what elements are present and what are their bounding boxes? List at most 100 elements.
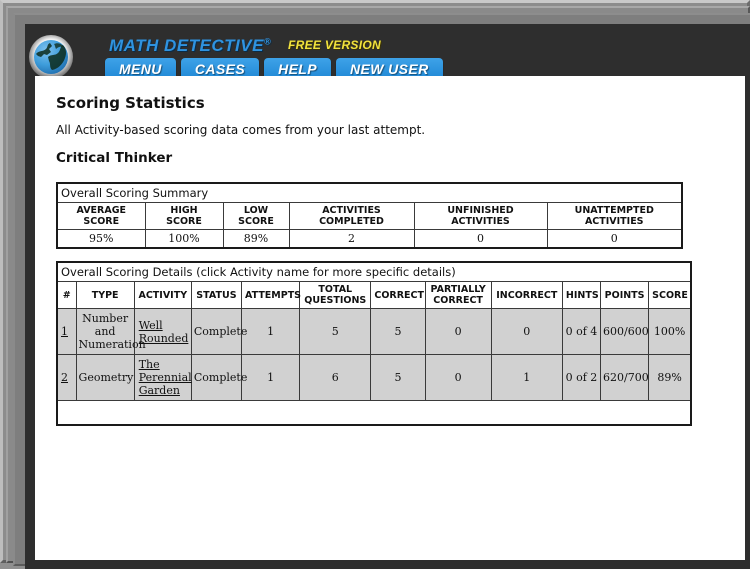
window-frame-bevel-inner2: MATH DETECTIVE® FREE VERSION MENU CASES HE… bbox=[13, 13, 750, 569]
hdr-line: COMPLETED bbox=[319, 216, 384, 227]
hdr-line: ACTIVITY bbox=[138, 289, 188, 301]
hdr-line: ACTIVITIES bbox=[322, 205, 381, 216]
summary-value-unattempted-activities: 0 bbox=[546, 229, 683, 249]
summary-value-unfinished-activities: 0 bbox=[413, 229, 548, 249]
window-frame-bevel-inner: MATH DETECTIVE® FREE VERSION MENU CASES HE… bbox=[6, 6, 750, 569]
hdr-line: ATTEMPTS bbox=[245, 289, 302, 301]
row-number-cell[interactable]: 1 bbox=[56, 308, 77, 355]
details-header-incorrect: INCORRECT bbox=[490, 281, 563, 309]
row-correct-cell: 5 bbox=[370, 308, 426, 355]
hdr-line: STATUS bbox=[196, 289, 237, 301]
math-detective-globe-logo bbox=[29, 35, 73, 79]
row-incorrect-cell: 1 bbox=[490, 354, 563, 401]
empty-row-cell bbox=[56, 400, 692, 426]
hdr-line: UNATTEMPTED bbox=[574, 205, 654, 216]
summary-header-average-score: AVERAGE SCORE bbox=[56, 202, 146, 230]
hdr-line: SCORE bbox=[166, 216, 202, 227]
details-header-activity: ACTIVITY bbox=[133, 281, 192, 309]
row-total-questions-cell: 6 bbox=[299, 354, 372, 401]
details-header-score: SCORE bbox=[648, 281, 692, 309]
page-title: Scoring Statistics bbox=[56, 94, 205, 112]
details-caption-row: Overall Scoring Details (click Activity … bbox=[56, 261, 692, 282]
page-subtitle: All Activity-based scoring data comes fr… bbox=[56, 123, 426, 137]
row-hints-cell: 0 of 4 bbox=[561, 308, 602, 355]
summary-header-unattempted-activities: UNATTEMPTED ACTIVITIES bbox=[546, 202, 683, 230]
app-header: MATH DETECTIVE® FREE VERSION MENU CASES HE… bbox=[25, 24, 750, 81]
summary-header-row: AVERAGE SCORE HIGH SCORE LOW SCORE ACTIV… bbox=[56, 202, 683, 230]
details-header-type: TYPE bbox=[75, 281, 135, 309]
row-status-cell: Complete bbox=[190, 308, 247, 355]
details-header-hints: HINTS bbox=[561, 281, 602, 309]
hdr-line: # bbox=[62, 289, 71, 301]
globe-icon bbox=[34, 40, 68, 74]
summary-caption: Overall Scoring Summary bbox=[56, 182, 683, 203]
content-page: Scoring Statistics All Activity-based sc… bbox=[35, 76, 745, 560]
details-header-points: POINTS bbox=[600, 281, 650, 309]
activity-link[interactable]: The Perennial Garden bbox=[139, 358, 192, 397]
hdr-line: HIGH bbox=[170, 205, 198, 216]
brand-text: MATH DETECTIVE bbox=[109, 36, 264, 55]
summary-header-activities-completed: ACTIVITIES COMPLETED bbox=[288, 202, 415, 230]
table-row: 1 Number and Numeration Well Rounded Com… bbox=[56, 308, 692, 355]
activity-link[interactable]: Well Rounded bbox=[139, 319, 189, 345]
row-points-cell: 620/700 bbox=[600, 354, 650, 401]
application-surface: MATH DETECTIVE® FREE VERSION MENU CASES HE… bbox=[25, 24, 750, 569]
summary-value-activities-completed: 2 bbox=[288, 229, 415, 249]
summary-value-high-score: 100% bbox=[144, 229, 224, 249]
details-caption: Overall Scoring Details (click Activity … bbox=[56, 261, 692, 282]
hdr-line: CORRECT bbox=[433, 295, 483, 306]
row-hints-cell: 0 of 2 bbox=[561, 354, 602, 401]
row-number-link[interactable]: 1 bbox=[61, 325, 68, 338]
row-status-cell: Complete bbox=[190, 354, 247, 401]
row-attempts-cell: 1 bbox=[240, 308, 301, 355]
details-table: Overall Scoring Details (click Activity … bbox=[56, 261, 692, 426]
row-number-link[interactable]: 2 bbox=[61, 371, 68, 384]
details-header-row: # TYPE ACTIVITY STATUS ATTEMPTS TOTAL QU… bbox=[56, 281, 692, 309]
hdr-line: QUESTIONS bbox=[304, 295, 367, 306]
details-header-partially-correct: PARTIALLY CORRECT bbox=[424, 281, 492, 309]
row-incorrect-cell: 0 bbox=[490, 308, 563, 355]
table-row: 2 Geometry The Perennial Garden Complete… bbox=[56, 354, 692, 401]
hdr-line: CORRECT bbox=[374, 289, 424, 301]
hdr-line: TOTAL bbox=[318, 284, 353, 295]
hdr-line: AVERAGE bbox=[76, 205, 126, 216]
summary-value-row: 95% 100% 89% 2 0 0 bbox=[56, 229, 683, 249]
row-partially-correct-cell: 0 bbox=[424, 354, 492, 401]
row-type-cell: Number and Numeration bbox=[75, 308, 146, 355]
hdr-line: LOW SCORE bbox=[238, 205, 274, 227]
window-frame: MATH DETECTIVE® FREE VERSION MENU CASES HE… bbox=[0, 0, 750, 569]
hdr-line: HINTS bbox=[565, 289, 599, 301]
row-correct-cell: 5 bbox=[370, 354, 426, 401]
row-score-cell: 100% bbox=[648, 308, 692, 355]
summary-header-low-score: LOW SCORE bbox=[222, 202, 290, 230]
summary-header-unfinished-activities: UNFINISHED ACTIVITIES bbox=[413, 202, 548, 230]
summary-value-low-score: 89% bbox=[222, 229, 290, 249]
row-number-cell[interactable]: 2 bbox=[56, 354, 77, 401]
row-score-cell: 89% bbox=[648, 354, 692, 401]
summary-caption-row: Overall Scoring Summary bbox=[56, 182, 683, 203]
details-header-total-questions: TOTAL QUESTIONS bbox=[299, 281, 372, 309]
table-empty-row bbox=[56, 400, 692, 426]
summary-value-average-score: 95% bbox=[56, 229, 146, 249]
hdr-line: SCORE bbox=[83, 216, 120, 227]
details-header-correct: CORRECT bbox=[370, 281, 426, 309]
hdr-line: SCORE bbox=[652, 289, 688, 301]
details-header-attempts: ATTEMPTS bbox=[240, 281, 302, 309]
details-header-status: STATUS bbox=[190, 281, 243, 309]
summary-table: Overall Scoring Summary AVERAGE SCORE HI… bbox=[56, 182, 683, 249]
registered-mark: ® bbox=[263, 36, 272, 47]
row-points-cell: 600/600 bbox=[600, 308, 650, 355]
hdr-line: ACTIVITIES bbox=[451, 216, 510, 227]
edition-label: FREE VERSION bbox=[288, 38, 381, 52]
row-partially-correct-cell: 0 bbox=[424, 308, 492, 355]
section-title: Critical Thinker bbox=[56, 150, 173, 166]
hdr-line: INCORRECT bbox=[496, 289, 558, 301]
row-attempts-cell: 1 bbox=[240, 354, 301, 401]
hdr-line: ACTIVITIES bbox=[584, 216, 644, 227]
details-header-number: # bbox=[56, 281, 77, 309]
summary-header-high-score: HIGH SCORE bbox=[144, 202, 224, 230]
row-total-questions-cell: 5 bbox=[299, 308, 372, 355]
hdr-line: POINTS bbox=[604, 289, 645, 301]
row-activity-cell[interactable]: The Perennial Garden bbox=[133, 354, 192, 401]
hdr-line: UNFINISHED bbox=[447, 205, 514, 216]
